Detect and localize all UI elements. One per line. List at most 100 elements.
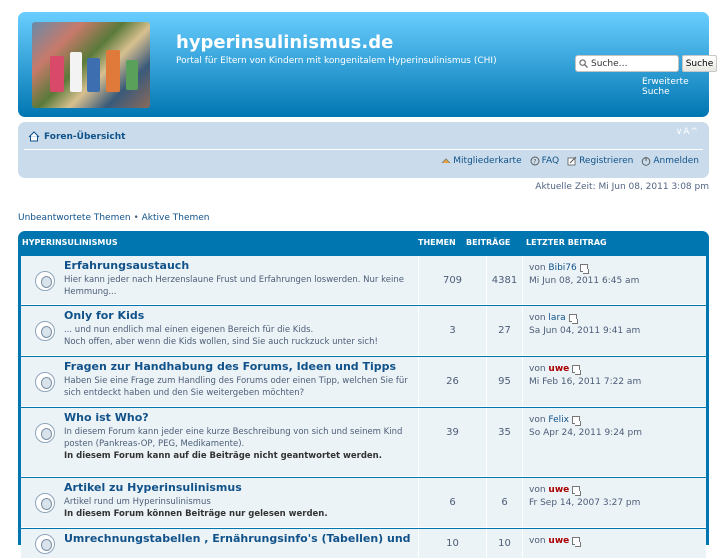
forum-description: In diesem Forum kann jeder eine kurze Be… <box>64 426 424 462</box>
posts-cell: 4381 <box>486 256 522 304</box>
members-icon <box>441 158 451 164</box>
faq-label: FAQ <box>541 156 560 166</box>
forum-read-icon <box>35 534 55 554</box>
login-label: Anmelden <box>653 156 699 166</box>
unanswered-topics-link[interactable]: Unbeantwortete Themen <box>18 213 131 223</box>
topics-cell: 709 <box>418 256 486 304</box>
posts-count: 27 <box>498 325 511 336</box>
forum-title[interactable]: Who ist Who? <box>64 411 149 424</box>
forum-row[interactable]: Only for Kids ... und nun endlich mal ein… <box>21 306 706 356</box>
topics-cell: 39 <box>418 408 486 476</box>
forum-row[interactable]: Artikel zu Hyperinsulinismus Artikel rund… <box>21 478 706 528</box>
last-post-by: von <box>529 263 546 273</box>
posts-cell: 35 <box>486 408 522 476</box>
posts-count: 10 <box>498 538 511 549</box>
search-input[interactable]: Suche… <box>575 55 679 72</box>
last-post-author-line: von Felix <box>529 414 706 427</box>
site-description: Portal für Eltern von Kindern mit kongen… <box>176 56 497 66</box>
last-post-user-link[interactable]: Bibi76 <box>548 263 576 273</box>
register-link[interactable]: Registrieren <box>567 156 633 166</box>
view-latest-post-icon[interactable] <box>579 263 589 274</box>
last-post-cell: von lara Sa Jun 04, 2011 9:41 am <box>522 306 706 355</box>
topics-count: 6 <box>449 497 456 508</box>
last-post-cell: von uwe Fr Sep 14, 2007 3:27 pm <box>522 478 706 527</box>
topics-count: 39 <box>446 427 459 438</box>
posts-count: 95 <box>498 376 511 387</box>
posts-heading: Beiträge <box>466 238 511 247</box>
site-title[interactable]: hyperinsulinismus.de <box>176 32 393 53</box>
forum-title[interactable]: Artikel zu Hyperinsulinismus <box>64 481 242 494</box>
view-latest-post-icon[interactable] <box>571 415 581 426</box>
forum-list: Hyperinsulinismus Themen Beiträge Letzte… <box>18 231 709 559</box>
current-time: Aktuelle Zeit: Mi Jun 08, 2011 3:08 pm <box>535 182 709 192</box>
last-post-user-link[interactable]: uwe <box>548 485 569 495</box>
active-topics-link[interactable]: Aktive Themen <box>142 213 210 223</box>
svg-text:?: ? <box>533 159 536 166</box>
forum-title[interactable]: Umrechnungstabellen , Ernährungsinfo's (… <box>64 532 411 545</box>
forum-row[interactable]: Who ist Who? In diesem Forum kann jeder e… <box>21 408 706 477</box>
topics-count: 10 <box>446 538 459 549</box>
forum-read-icon <box>35 423 55 443</box>
home-icon <box>28 131 40 142</box>
forum-description-line: Noch offen, aber wenn die Kids wollen, s… <box>64 337 378 347</box>
forum-title[interactable]: Fragen zur Handhabung des Forums, Ideen … <box>64 360 396 373</box>
view-latest-post-icon[interactable] <box>572 485 582 496</box>
forum-read-icon <box>35 321 55 341</box>
register-label: Registrieren <box>579 156 634 166</box>
view-latest-post-icon[interactable] <box>572 536 582 547</box>
forum-description: Artikel rund um Hyperinsulinismus In dies… <box>64 496 424 520</box>
topics-count: 26 <box>446 376 459 387</box>
last-post-user-link[interactable]: Felix <box>548 415 569 425</box>
posts-cell: 10 <box>486 529 522 558</box>
category-heading[interactable]: Hyperinsulinismus <box>22 238 118 247</box>
topics-heading: Themen <box>418 238 456 247</box>
forum-description: Haben Sie eine Frage zum Handling des Fo… <box>64 375 424 399</box>
topics-count: 709 <box>442 274 463 286</box>
site-logo[interactable] <box>32 22 150 108</box>
view-latest-post-icon[interactable] <box>572 364 582 375</box>
members-map-label: Mitgliederkarte <box>453 156 522 166</box>
members-map-link[interactable]: Mitgliederkarte <box>441 156 522 166</box>
last-post-cell: von Bibi76 Mi Jun 08, 2011 6:45 am <box>522 256 706 304</box>
last-post-date: Sa Jun 04, 2011 9:41 am <box>529 326 641 336</box>
last-post-author-line: von uwe <box>529 363 706 376</box>
last-post-user-link[interactable]: lara <box>548 313 565 323</box>
login-icon <box>642 157 651 166</box>
forum-index-label: Foren-Übersicht <box>44 131 126 142</box>
view-latest-post-icon[interactable] <box>568 313 578 324</box>
advanced-search-link[interactable]: Erweiterte Suche <box>642 77 709 97</box>
forum-row[interactable]: Fragen zur Handhabung des Forums, Ideen … <box>21 357 706 407</box>
forum-read-icon <box>35 372 55 392</box>
forum-title[interactable]: Erfahrungsaustauch <box>64 259 189 272</box>
quick-links: Unbeantwortete Themen • Aktive Themen <box>18 213 210 223</box>
forum-row[interactable]: Umrechnungstabellen , Ernährungsinfo's (… <box>21 529 706 559</box>
last-post-heading: Letzter Beitrag <box>526 238 607 247</box>
search-icon <box>579 59 588 68</box>
forum-index-link[interactable]: Foren-Übersicht <box>28 131 125 142</box>
last-post-date: Mi Feb 16, 2011 7:22 am <box>529 377 642 387</box>
nav-divider <box>24 149 703 150</box>
font-size-controls[interactable]: ∨A^ <box>676 127 699 137</box>
forum-title[interactable]: Only for Kids <box>64 309 144 322</box>
forum-description-line: In diesem Forum kann jeder eine kurze Be… <box>64 427 403 449</box>
last-post-date: Mi Jun 08, 2011 6:45 am <box>529 276 640 286</box>
search-button[interactable]: Suche <box>682 55 717 72</box>
faq-link[interactable]: ? FAQ <box>530 156 559 166</box>
last-post-author-line: von uwe <box>529 484 706 497</box>
topics-cell: 6 <box>418 478 486 527</box>
last-post-by: von <box>529 364 546 374</box>
site-header: hyperinsulinismus.de Portal für Eltern v… <box>18 12 717 117</box>
last-post-by: von <box>529 313 546 323</box>
login-link[interactable]: Anmelden <box>641 156 699 166</box>
topics-cell: 10 <box>418 529 486 558</box>
nav-links: Mitgliederkarte ? FAQ Registrieren Anmeld… <box>441 156 699 166</box>
last-post-cell: von uwe Mi Feb 16, 2011 7:22 am <box>522 357 706 406</box>
forum-read-icon <box>35 493 55 513</box>
forum-note: In diesem Forum können Beiträge nur gele… <box>64 509 328 519</box>
forum-description-line: Artikel rund um Hyperinsulinismus <box>64 497 211 507</box>
last-post-date: So Apr 24, 2011 9:24 pm <box>529 428 643 438</box>
forum-row[interactable]: Erfahrungsaustauch Hier kann jeder nach H… <box>21 256 706 305</box>
search-placeholder: Suche… <box>591 58 628 69</box>
forum-description: ... und nun endlich mal einen eigenen Be… <box>64 324 424 348</box>
last-post-user-link[interactable]: uwe <box>548 364 569 374</box>
